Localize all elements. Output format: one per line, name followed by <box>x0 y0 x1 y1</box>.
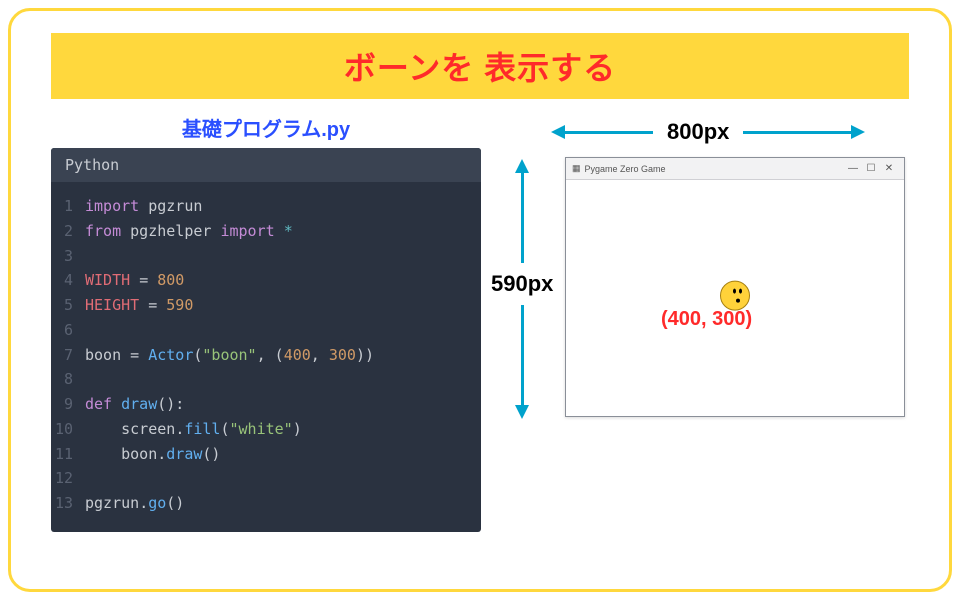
code-line: 4WIDTH = 800 <box>51 268 481 293</box>
dimension-line <box>521 305 524 405</box>
code-line: 3 <box>51 244 481 269</box>
line-content: boon = Actor("boon", (400, 300)) <box>85 343 374 368</box>
slide-title: ボーンを 表示する <box>344 50 616 86</box>
line-content: from pgzhelper import * <box>85 219 293 244</box>
code-line: 11 boon.draw() <box>51 442 481 467</box>
window-logo-icon: ▦ <box>572 163 581 174</box>
preview-window: ▦ Pygame Zero Game — ☐ ✕ <box>565 157 905 417</box>
line-content: boon.draw() <box>85 442 220 467</box>
dimension-line <box>563 131 653 134</box>
dimension-line <box>743 131 853 134</box>
close-icon: ✕ <box>880 163 898 174</box>
line-content: screen.fill("white") <box>85 417 302 442</box>
line-number: 9 <box>51 392 85 417</box>
line-number: 11 <box>51 442 85 467</box>
slide-card: ボーンを 表示する 基礎プログラム.py Python 1import pgzr… <box>8 8 952 592</box>
line-number: 1 <box>51 194 85 219</box>
code-line: 9def draw(): <box>51 392 481 417</box>
code-line: 6 <box>51 318 481 343</box>
line-number: 13 <box>51 491 85 516</box>
code-line: 7boon = Actor("boon", (400, 300)) <box>51 343 481 368</box>
coordinate-label: (400, 300) <box>661 308 752 331</box>
line-number: 3 <box>51 244 85 269</box>
title-banner: ボーンを 表示する <box>51 33 909 99</box>
line-number: 10 <box>51 417 85 442</box>
line-content: pgzrun.go() <box>85 491 184 516</box>
code-line: 8 <box>51 367 481 392</box>
line-number: 2 <box>51 219 85 244</box>
editor-language-label: Python <box>51 148 481 182</box>
code-editor: Python 1import pgzrun2from pgzhelper imp… <box>51 148 481 532</box>
window-body <box>566 180 904 416</box>
line-number: 6 <box>51 318 85 343</box>
code-block: 1import pgzrun2from pgzhelper import *34… <box>51 182 481 532</box>
width-dimension: 800px <box>551 119 909 145</box>
code-line: 5HEIGHT = 590 <box>51 293 481 318</box>
maximize-icon: ☐ <box>862 163 880 174</box>
line-content: WIDTH = 800 <box>85 268 184 293</box>
arrow-right-icon <box>851 125 865 139</box>
code-line: 1import pgzrun <box>51 194 481 219</box>
right-column: 800px 590px ▦ Pygame Zero Game — ☐ ✕ <box>511 113 909 115</box>
code-line: 12 <box>51 466 481 491</box>
code-line: 2from pgzhelper import * <box>51 219 481 244</box>
window-title: Pygame Zero Game <box>585 164 666 174</box>
height-label: 590px <box>491 263 553 305</box>
code-line: 13pgzrun.go() <box>51 491 481 516</box>
height-dimension: 590px <box>491 159 553 439</box>
code-line: 10 screen.fill("white") <box>51 417 481 442</box>
window-titlebar: ▦ Pygame Zero Game — ☐ ✕ <box>566 158 904 180</box>
content-row: 基礎プログラム.py Python 1import pgzrun2from pg… <box>51 113 909 532</box>
filename-label: 基礎プログラム.py <box>51 113 481 142</box>
boon-sprite <box>720 281 750 311</box>
line-number: 8 <box>51 367 85 392</box>
line-number: 7 <box>51 343 85 368</box>
width-label: 800px <box>653 119 743 145</box>
dimension-line <box>521 173 524 263</box>
line-content: def draw(): <box>85 392 184 417</box>
line-number: 12 <box>51 466 85 491</box>
arrow-up-icon <box>515 159 529 173</box>
minimize-icon: — <box>844 163 862 174</box>
line-number: 4 <box>51 268 85 293</box>
line-number: 5 <box>51 293 85 318</box>
left-column: 基礎プログラム.py Python 1import pgzrun2from pg… <box>51 113 481 532</box>
arrow-down-icon <box>515 405 529 419</box>
line-content: HEIGHT = 590 <box>85 293 193 318</box>
line-content: import pgzrun <box>85 194 202 219</box>
